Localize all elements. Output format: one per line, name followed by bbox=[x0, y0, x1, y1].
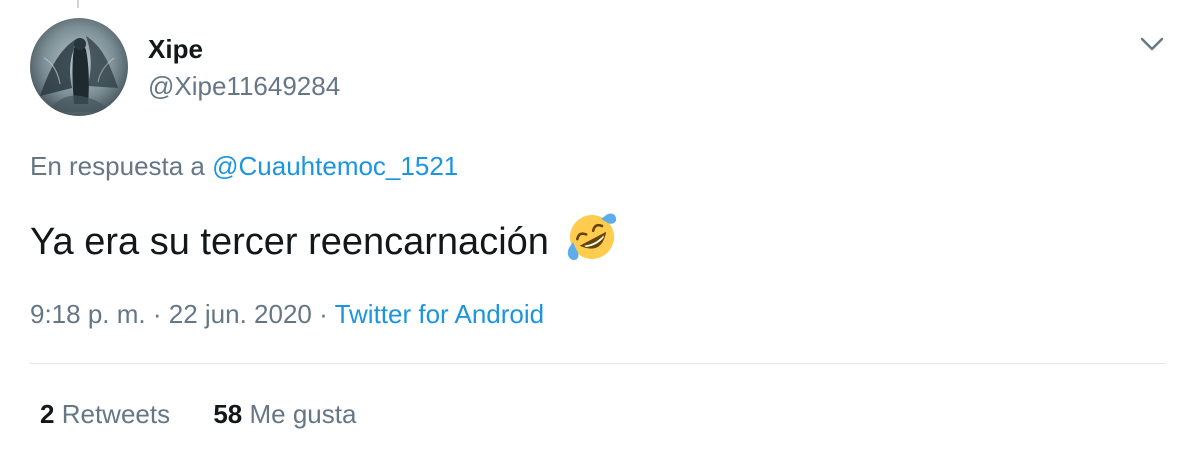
user-handle[interactable]: @Xipe11649284 bbox=[148, 70, 340, 102]
likes-count: 58 bbox=[213, 399, 243, 429]
likes-stat[interactable]: 58 Me gusta bbox=[213, 398, 356, 430]
rolling-on-floor-laughing-emoji-icon bbox=[565, 210, 619, 264]
thread-connector-line bbox=[77, 0, 79, 8]
tweet-stats: 2 Retweets 58 Me gusta bbox=[40, 398, 392, 430]
tweet-source-link[interactable]: Twitter for Android bbox=[335, 299, 545, 329]
user-display-name[interactable]: Xipe bbox=[148, 33, 203, 65]
meta-separator: · bbox=[152, 299, 162, 329]
tweet-text: Ya era su tercer reencarnación bbox=[30, 210, 619, 266]
likes-label: Me gusta bbox=[249, 399, 357, 429]
chevron-down-icon[interactable] bbox=[1136, 30, 1168, 58]
retweets-stat[interactable]: 2 Retweets bbox=[40, 398, 170, 430]
reply-prefix: En respuesta a bbox=[30, 151, 205, 181]
tweet-metadata: 9:18 p. m. · 22 jun. 2020 · Twitter for … bbox=[30, 298, 544, 330]
tweet-date[interactable]: 22 jun. 2020 bbox=[169, 299, 312, 329]
retweets-count: 2 bbox=[40, 399, 55, 429]
reply-context: En respuesta a @Cuauhtemoc_1521 bbox=[30, 150, 458, 182]
meta-separator: · bbox=[319, 299, 328, 329]
avatar[interactable] bbox=[30, 18, 128, 116]
tweet-time[interactable]: 9:18 p. m. bbox=[30, 299, 146, 329]
divider bbox=[30, 363, 1166, 364]
reply-mention-link[interactable]: @Cuauhtemoc_1521 bbox=[212, 151, 458, 181]
retweets-label: Retweets bbox=[61, 399, 171, 429]
tweet-body: Ya era su tercer reencarnación bbox=[30, 221, 549, 263]
angel-avatar-image bbox=[30, 18, 128, 116]
